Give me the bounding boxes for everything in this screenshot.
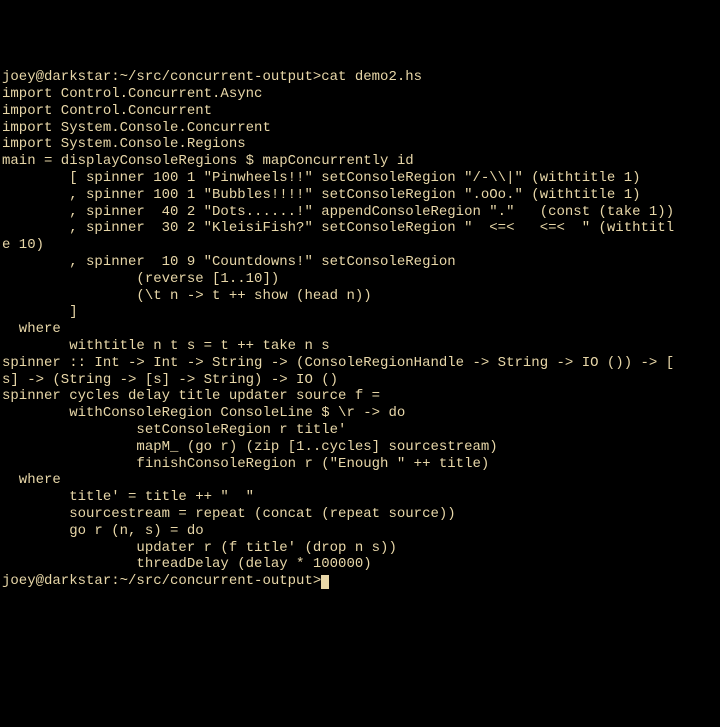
code-line: import System.Console.Regions (2, 136, 718, 153)
code-line: withConsoleRegion ConsoleLine $ \r -> do (2, 405, 718, 422)
code-line: , spinner 100 1 "Bubbles!!!!" setConsole… (2, 187, 718, 204)
code-line: , spinner 30 2 "KleisiFish?" setConsoleR… (2, 220, 718, 237)
code-line: where (2, 321, 718, 338)
code-line: e 10) (2, 237, 718, 254)
code-line: withtitle n t s = t ++ take n s (2, 338, 718, 355)
cursor-icon (321, 575, 329, 589)
code-line: threadDelay (delay * 100000) (2, 556, 718, 573)
code-line: s] -> (String -> [s] -> String) -> IO () (2, 372, 718, 389)
shell-prompt: joey@darkstar:~/src/concurrent-output> (2, 573, 321, 589)
code-line: mapM_ (go r) (zip [1..cycles] sourcestre… (2, 439, 718, 456)
code-line: import System.Console.Concurrent (2, 120, 718, 137)
code-line: main = displayConsoleRegions $ mapConcur… (2, 153, 718, 170)
code-line: , spinner 10 9 "Countdowns!" setConsoleR… (2, 254, 718, 271)
prompt-line-1: joey@darkstar:~/src/concurrent-output>ca… (2, 69, 718, 86)
code-line: (reverse [1..10]) (2, 271, 718, 288)
code-line: import Control.Concurrent (2, 103, 718, 120)
code-line: title' = title ++ " " (2, 489, 718, 506)
code-line: where (2, 472, 718, 489)
code-line: , spinner 40 2 "Dots......!" appendConso… (2, 204, 718, 221)
code-line: go r (n, s) = do (2, 523, 718, 540)
code-line: sourcestream = repeat (concat (repeat so… (2, 506, 718, 523)
code-line: ] (2, 304, 718, 321)
code-line: (\t n -> t ++ show (head n)) (2, 288, 718, 305)
code-line: spinner :: Int -> Int -> String -> (Cons… (2, 355, 718, 372)
code-line: finishConsoleRegion r ("Enough " ++ titl… (2, 456, 718, 473)
code-line: import Control.Concurrent.Async (2, 86, 718, 103)
code-line: updater r (f title' (drop n s)) (2, 540, 718, 557)
code-line: setConsoleRegion r title' (2, 422, 718, 439)
code-line: spinner cycles delay title updater sourc… (2, 388, 718, 405)
prompt-line-2: joey@darkstar:~/src/concurrent-output> (2, 573, 718, 590)
terminal[interactable]: joey@darkstar:~/src/concurrent-output>ca… (2, 69, 718, 590)
shell-prompt: joey@darkstar:~/src/concurrent-output>ca… (2, 69, 422, 85)
code-line: [ spinner 100 1 "Pinwheels!!" setConsole… (2, 170, 718, 187)
